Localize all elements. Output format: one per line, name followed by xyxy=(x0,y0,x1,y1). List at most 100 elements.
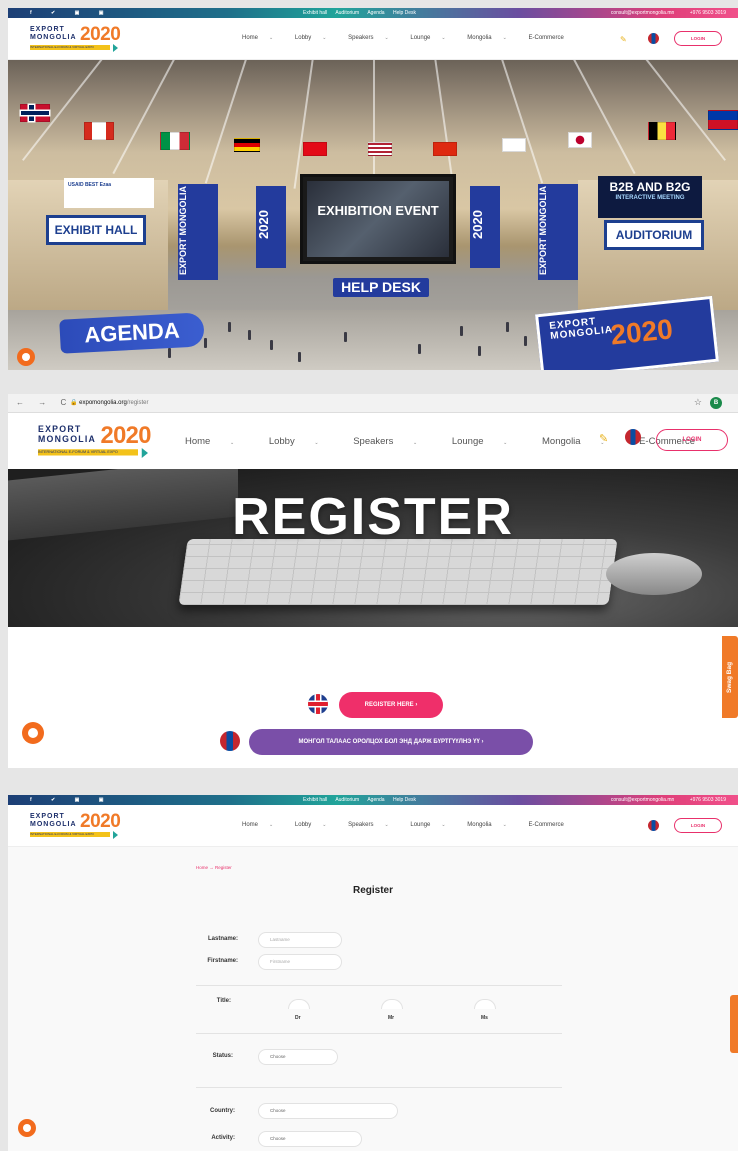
browser-nav-buttons[interactable]: ← → C xyxy=(16,398,72,407)
nav-item-home[interactable]: Home ⌄ xyxy=(242,822,283,828)
quick-link-auditorium[interactable]: Auditorium xyxy=(335,797,359,803)
chat-icon[interactable] xyxy=(17,348,35,366)
nav-item-speakers[interactable]: Speakers ⌄ xyxy=(348,35,399,41)
top-info-strip: f ✔ ▣ ▣ Exhibit hall Auditorium Agenda H… xyxy=(8,8,738,18)
norway-flag xyxy=(20,104,50,122)
register-here-button[interactable]: REGISTER HERE › xyxy=(339,692,443,718)
activity-select[interactable]: Choose xyxy=(258,1131,362,1147)
status-select[interactable]: Choose xyxy=(258,1049,338,1065)
keyboard-image xyxy=(178,539,618,605)
bookmark-star-icon[interactable]: ☆ xyxy=(694,397,702,408)
page-title: Register xyxy=(352,885,393,896)
quick-link-help-desk[interactable]: Help Desk xyxy=(393,10,416,16)
quick-link-help-desk[interactable]: Help Desk xyxy=(393,797,416,803)
nav-item-home[interactable]: Home ⌄ xyxy=(242,35,283,41)
register-form-screenshot: f ✔ ▣ ▣ Exhibit hall Auditorium Agenda H… xyxy=(8,795,738,1151)
chevron-down-icon: ⌄ xyxy=(503,440,508,446)
chevron-down-icon: ⌄ xyxy=(502,822,507,828)
register-hero: REGISTER xyxy=(8,469,738,627)
chevron-down-icon: ⌄ xyxy=(314,440,319,446)
philippines-flag xyxy=(708,110,738,130)
swag-bag-tab[interactable] xyxy=(730,995,738,1053)
breadcrumb[interactable]: Home → Register xyxy=(196,865,232,870)
logo-triangle-icon xyxy=(113,831,118,839)
chevron-down-icon: ⌄ xyxy=(412,440,418,446)
chevron-down-icon: ⌄ xyxy=(229,440,235,446)
quick-link-exhibit-hall[interactable]: Exhibit hall xyxy=(303,797,327,803)
quick-links: Exhibit hall Auditorium Agenda Help Desk xyxy=(303,797,423,803)
main-nav: EXPORT MONGOLIA 2020 INTERNATIONAL E-FORU… xyxy=(8,413,738,468)
title-option-mr: Mr xyxy=(388,1015,395,1021)
chat-icon[interactable] xyxy=(18,1119,36,1137)
mongolia-flag-icon[interactable] xyxy=(648,33,659,44)
chat-icon[interactable] xyxy=(22,722,44,744)
chevron-down-icon: ⌄ xyxy=(502,35,507,41)
title-option-dr: Dr xyxy=(295,1015,301,1021)
chevron-down-icon: ⌄ xyxy=(269,822,274,828)
mongolia-flag-icon[interactable] xyxy=(648,820,659,831)
contact-info: consult@exportmongolia.mn +976 9503 3019 xyxy=(597,797,726,803)
nav-item-lounge[interactable]: Lounge ⌄ xyxy=(410,35,455,41)
country-select[interactable]: Choose xyxy=(258,1103,398,1119)
swag-bag-tab[interactable]: Swag Bag xyxy=(722,636,738,718)
germany-flag xyxy=(234,138,260,152)
firstname-field[interactable]: Firstname xyxy=(258,954,342,970)
quick-links: Exhibit hall Auditorium Agenda Help Desk xyxy=(303,10,423,16)
nav-item-lounge[interactable]: Lounge ⌄ xyxy=(452,436,524,447)
sponsor-screen: USAID BEST Ezaa xyxy=(64,178,154,208)
title-radio-ms[interactable] xyxy=(474,999,496,1009)
nav-item-mongolia[interactable]: Mongolia ⌄ xyxy=(467,822,517,828)
lastname-field[interactable]: Lastname xyxy=(258,932,342,948)
b2b-meeting-screen[interactable]: B2B AND B2G INTERACTIVE MEETING xyxy=(598,176,702,218)
nav-item-lobby[interactable]: Lobby ⌄ xyxy=(295,35,337,41)
login-button[interactable]: LOGIN xyxy=(674,818,722,833)
contact-info: consult@exportmongolia.mn +976 9503 3019 xyxy=(597,10,726,16)
nav-item-speakers[interactable]: Speakers ⌄ xyxy=(353,436,433,447)
auditorium-sign[interactable]: AUDITORIUM xyxy=(604,220,704,250)
pencil-icon[interactable]: ✎ xyxy=(620,35,627,44)
quick-link-exhibit-hall[interactable]: Exhibit hall xyxy=(303,10,327,16)
quick-link-auditorium[interactable]: Auditorium xyxy=(335,10,359,16)
title-radio-mr[interactable] xyxy=(381,999,403,1009)
contact-phone[interactable]: +976 9503 3019 xyxy=(690,797,726,803)
nav-item-lobby[interactable]: Lobby ⌄ xyxy=(269,436,335,447)
nav-item-mongolia[interactable]: Mongolia ⌄ xyxy=(542,436,620,447)
nav-item-ecommerce[interactable]: E-Commerce xyxy=(529,822,564,828)
exhibition-event-label: EXHIBITION EVENT xyxy=(307,181,449,257)
nav-item-speakers[interactable]: Speakers ⌄ xyxy=(348,822,399,828)
contact-phone[interactable]: +976 9503 3019 xyxy=(690,10,726,16)
nav-item-lounge[interactable]: Lounge ⌄ xyxy=(410,822,455,828)
address-url[interactable]: 🔒 expomongolia.org/register xyxy=(70,399,149,406)
expo-2020-sign: EXPORT MONGOLIA 2020 xyxy=(535,295,719,370)
top-info-strip: f ✔ ▣ ▣ Exhibit hall Auditorium Agenda H… xyxy=(8,795,738,805)
mongolia-flag-icon[interactable] xyxy=(625,429,641,445)
logo-expo: EXPORT xyxy=(30,26,65,33)
title-radio-dr[interactable] xyxy=(288,999,310,1009)
pencil-icon[interactable]: ✎ xyxy=(599,432,608,445)
nav-item-home[interactable]: Home ⌄ xyxy=(185,436,250,447)
exhibit-hall-sign[interactable]: EXHIBIT HALL xyxy=(46,215,146,245)
expo-logo[interactable]: EXPORT MONGOLIA 2020 INTERNATIONAL E-FORU… xyxy=(38,423,169,463)
nav-item-lobby[interactable]: Lobby ⌄ xyxy=(295,822,337,828)
chevron-down-icon: ⌄ xyxy=(322,822,327,828)
exhibition-screen[interactable]: EXHIBITION EVENT xyxy=(300,174,456,264)
login-button[interactable]: LOGIN xyxy=(656,429,728,451)
login-button[interactable]: LOGIN xyxy=(674,31,722,46)
expo-logo[interactable]: EXPORT MONGOLIA 2020 INTERNATIONAL E-FORU… xyxy=(30,24,135,56)
quick-link-agenda[interactable]: Agenda xyxy=(367,10,384,16)
nav-item-mongolia[interactable]: Mongolia ⌄ xyxy=(467,35,517,41)
uk-flag-icon xyxy=(308,694,328,714)
profile-avatar[interactable]: B xyxy=(710,397,722,409)
help-desk-sign[interactable]: HELP DESK xyxy=(333,278,429,297)
contact-email[interactable]: consult@exportmongolia.mn xyxy=(611,797,674,803)
mongolian-register-button[interactable]: МОНГОЛ ТАЛААС ОРОЛЦОХ БОЛ ЭНД ДАРЖ БҮРТГ… xyxy=(249,729,533,755)
hero-title: REGISTER xyxy=(232,488,514,546)
nav-item-ecommerce[interactable]: E-Commerce xyxy=(529,35,564,41)
social-icons[interactable]: f ✔ ▣ ▣ xyxy=(30,10,112,16)
register-landing-screenshot: ← → C 🔒 expomongolia.org/register ☆ B EX… xyxy=(8,394,738,768)
contact-email[interactable]: consult@exportmongolia.mn xyxy=(611,10,674,16)
nav-menu: Home ⌄ Lobby ⌄ Speakers ⌄ Lounge ⌄ Mongolia ⌄… xyxy=(242,822,574,828)
quick-link-agenda[interactable]: Agenda xyxy=(367,797,384,803)
expo-logo[interactable]: EXPORT MONGOLIA 2020 INTERNATIONAL E-FORU… xyxy=(30,811,135,843)
social-icons[interactable]: f ✔ ▣ ▣ xyxy=(30,797,112,803)
